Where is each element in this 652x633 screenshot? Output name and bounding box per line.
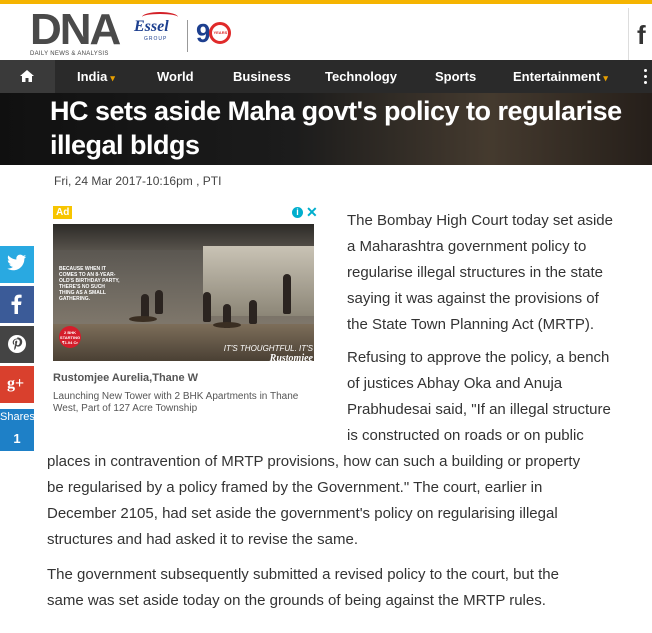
google-plus-share-button[interactable]: g+ xyxy=(0,366,34,403)
facebook-letter: f xyxy=(637,20,646,50)
chevron-down-icon: ▾ xyxy=(110,73,115,83)
ad-brand-line: IT'S THOUGHTFUL. IT'S Rustomjee xyxy=(203,344,313,361)
nav-item-entertainment[interactable]: Entertainment ▾ xyxy=(513,69,608,84)
text-line: same was set aside today on the grounds … xyxy=(47,592,546,609)
text-line: of justices Abhay Oka and Anuja xyxy=(347,375,563,392)
essel-swoosh xyxy=(142,12,178,22)
ninety-years-logo: 9 YEARS xyxy=(196,18,232,49)
home-button[interactable] xyxy=(0,60,55,93)
pinterest-share-button[interactable] xyxy=(0,326,34,363)
ad-image[interactable]: BECAUSE WHEN IT COMES TO AN 8-YEAR-OLD'S… xyxy=(53,224,314,361)
text-line: Prabhudesai said, "If an illegal structu… xyxy=(347,401,611,418)
ad-copy: BECAUSE WHEN IT COMES TO AN 8-YEAR-OLD'S… xyxy=(59,266,120,302)
close-icon[interactable]: ✕ xyxy=(306,204,318,221)
facebook-share-button[interactable] xyxy=(0,286,34,323)
logo-text: DNA xyxy=(30,5,121,54)
pinterest-icon xyxy=(8,335,26,353)
ad-brand-name: Rustomjee xyxy=(269,353,313,361)
article-paragraph-1: The Bombay High Court today set aside a … xyxy=(347,208,647,338)
article-paragraph-2-top: Refusing to approve the policy, a bench … xyxy=(347,345,647,449)
ad-person xyxy=(141,294,149,318)
home-icon xyxy=(20,70,34,82)
article-paragraph-2-bottom: places in contravention of MRTP provisio… xyxy=(47,449,639,553)
ad-person xyxy=(283,274,291,314)
text-line: The government subsequently submitted a … xyxy=(47,566,559,583)
ad-person xyxy=(155,290,163,314)
ad-tagline: IT'S THOUGHTFUL. IT'S xyxy=(223,344,313,353)
nav-item-sports[interactable]: Sports xyxy=(435,69,476,84)
article-paragraph-3: The government subsequently submitted a … xyxy=(47,562,639,614)
logo-divider xyxy=(187,20,188,52)
twitter-share-button[interactable] xyxy=(0,246,34,283)
twitter-icon xyxy=(7,254,27,271)
ad-table xyxy=(213,322,241,328)
shares-label: Shares xyxy=(0,411,35,423)
headline-banner: HC sets aside Maha govt's policy to regu… xyxy=(0,93,652,165)
nav-item-technology[interactable]: Technology xyxy=(325,69,397,84)
nav-label: Entertainment xyxy=(513,69,601,84)
nav-label: World xyxy=(157,69,194,84)
ninety-digit: 9 xyxy=(196,18,211,48)
text-line: Refusing to approve the policy, a bench xyxy=(347,349,610,366)
facebook-header-icon[interactable]: f xyxy=(628,8,652,60)
text-line: places in contravention of MRTP provisio… xyxy=(47,453,581,470)
nav-item-world[interactable]: World xyxy=(157,69,194,84)
ad-badge: Ad xyxy=(53,206,73,219)
nav-item-india[interactable]: India ▾ xyxy=(77,69,115,84)
chevron-down-icon: ▾ xyxy=(603,73,608,83)
ad-controls: i ✕ xyxy=(292,204,318,221)
text-line: structures and had asked it to revise th… xyxy=(47,531,358,548)
shares-count: 1 xyxy=(13,431,21,446)
shares-counter: Shares 1 xyxy=(0,409,35,451)
nav-label: Business xyxy=(233,69,291,84)
main-nav: India ▾ World Business Technology Sports … xyxy=(0,60,652,93)
sponsored-ad[interactable]: Ad i ✕ BECAUSE WHEN IT COMES TO AN 8-YEA… xyxy=(53,204,318,418)
ad-title[interactable]: Rustomjee Aurelia,Thane W xyxy=(53,372,198,384)
site-header: DNA DAILY NEWS & ANALYSIS Essel GROUP 9Y… xyxy=(0,4,652,60)
more-menu-icon[interactable] xyxy=(640,69,652,85)
text-line: is constructed on roads or on public xyxy=(347,427,584,444)
ad-description[interactable]: Launching New Tower with 2 BHK Apartment… xyxy=(53,391,303,415)
essel-group-text: GROUP xyxy=(144,36,168,42)
ad-window xyxy=(203,246,314,316)
article-byline: Fri, 24 Mar 2017-10:16pm , PTI xyxy=(54,174,222,188)
nav-label: Sports xyxy=(435,69,477,84)
text-line: a Maharashtra government policy to xyxy=(347,238,587,255)
google-plus-icon: g+ xyxy=(7,375,25,392)
ad-person xyxy=(203,292,211,322)
ninety-years-badge: YEARS xyxy=(213,30,228,35)
info-icon[interactable]: i xyxy=(292,207,303,218)
text-line: The Bombay High Court today set aside xyxy=(347,212,613,229)
ad-person xyxy=(249,300,257,324)
text-line: December 2105, had set aside the governm… xyxy=(47,505,558,522)
nav-label: India xyxy=(77,69,108,84)
ninety-zero-ring: YEARS xyxy=(209,22,232,44)
text-line: the State Town Planning Act (MRTP). xyxy=(347,316,595,333)
logo-subtitle: DAILY NEWS & ANALYSIS xyxy=(30,51,109,57)
text-line: regularise illegal structures in the sta… xyxy=(347,264,603,281)
article-headline: HC sets aside Maha govt's policy to regu… xyxy=(50,96,622,160)
text-line: be regularised by a policy framed by the… xyxy=(47,479,543,496)
nav-item-business[interactable]: Business xyxy=(233,69,291,84)
facebook-icon xyxy=(11,294,22,314)
text-line: saying it was against the provisions of xyxy=(347,290,599,307)
nav-label: Technology xyxy=(325,69,397,84)
ad-price-sticker: 2 BHK STARTING ₹1.04 Cr xyxy=(59,326,81,348)
dna-logo[interactable]: DNA DAILY NEWS & ANALYSIS xyxy=(30,5,121,58)
ad-table xyxy=(129,316,157,322)
essel-group-logo: Essel GROUP xyxy=(134,12,180,48)
